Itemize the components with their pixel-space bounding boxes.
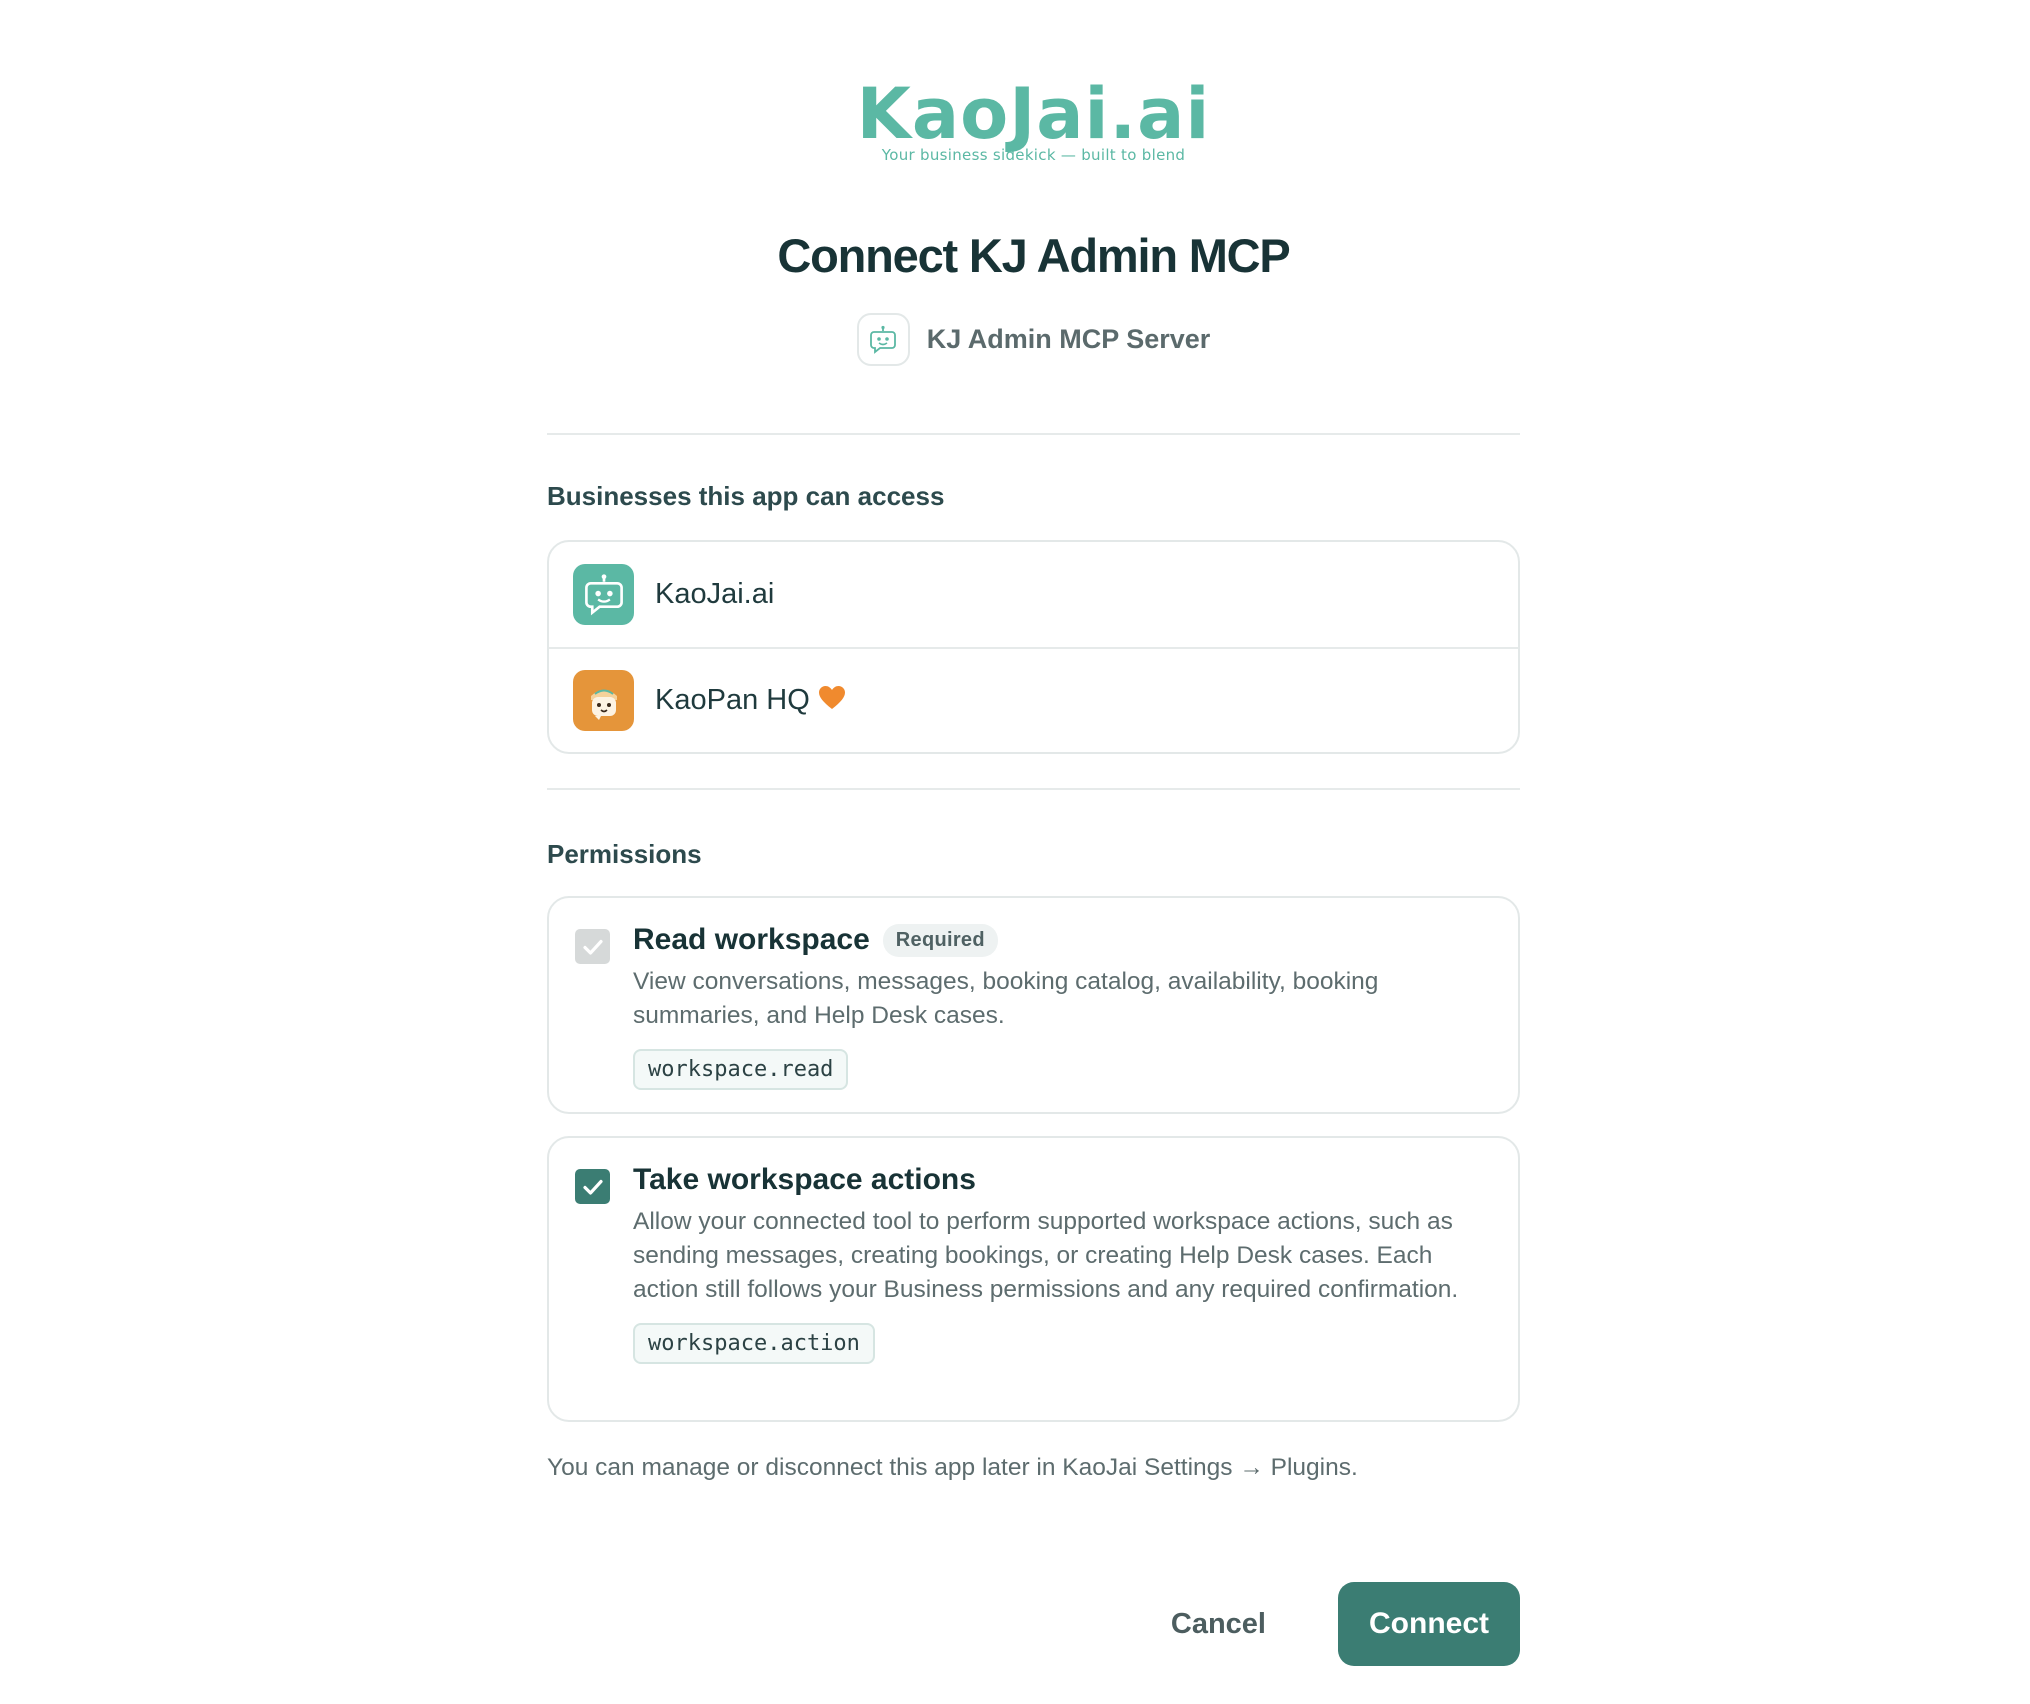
- businesses-heading: Businesses this app can access: [547, 481, 945, 511]
- divider: [547, 788, 1520, 790]
- page-title: Connect KJ Admin MCP: [777, 229, 1290, 282]
- businesses-list: KaoJai.ai KaoPan HQ: [547, 540, 1520, 754]
- connect-button[interactable]: Connect: [1338, 1582, 1520, 1666]
- permission-body: Take workspace actions Allow your connec…: [633, 1160, 1478, 1364]
- cancel-button[interactable]: Cancel: [1149, 1582, 1288, 1666]
- list-item-business-kaopan: KaoPan HQ: [549, 647, 1518, 752]
- business-name: KaoJai.ai: [655, 578, 775, 610]
- permission-title-row: Take workspace actions: [633, 1160, 1478, 1200]
- mascot-avatar-icon: [573, 670, 634, 731]
- server-name: KJ Admin MCP Server: [926, 324, 1211, 354]
- permission-body: Read workspace Required View conversatio…: [633, 920, 1478, 1090]
- orange-heart-icon: [818, 685, 846, 716]
- robot-chat-icon: [573, 564, 634, 625]
- permission-description: View conversations, messages, booking ca…: [633, 968, 1379, 1029]
- scope-chip: workspace.read: [633, 1049, 849, 1090]
- permission-title: Read workspace: [633, 923, 870, 956]
- permission-description: Allow your connected tool to perform sup…: [633, 1208, 1459, 1303]
- list-item-business-kaojai: KaoJai.ai: [549, 542, 1518, 647]
- read-workspace-checkbox[interactable]: [575, 929, 610, 964]
- action-bar: Cancel Connect: [547, 1582, 1520, 1666]
- scope-chip: workspace.action: [633, 1323, 875, 1364]
- server-info: KJ Admin MCP Server: [547, 313, 1520, 366]
- permission-title: Take workspace actions: [633, 1163, 976, 1196]
- permission-title-row: Read workspace Required: [633, 920, 1478, 960]
- checkmark-icon: [582, 1179, 603, 1195]
- brand-logo: KaoJai.ai Your business sidekick — built…: [547, 76, 1520, 164]
- checkmark-icon: [582, 939, 603, 955]
- logo-tagline: Your business sidekick — built to blend: [881, 146, 1186, 164]
- robot-chat-icon: [856, 313, 910, 366]
- divider: [547, 433, 1520, 435]
- permissions-heading: Permissions: [547, 839, 702, 869]
- required-badge: Required: [882, 923, 998, 957]
- logo-wordmark: KaoJai.ai: [856, 73, 1211, 155]
- permission-card-action: Take workspace actions Allow your connec…: [547, 1136, 1520, 1422]
- take-actions-checkbox[interactable]: [575, 1169, 610, 1204]
- footnote: You can manage or disconnect this app la…: [547, 1454, 1358, 1481]
- permission-card-read: Read workspace Required View conversatio…: [547, 896, 1520, 1114]
- business-name: KaoPan HQ: [655, 684, 810, 716]
- connect-page: KaoJai.ai Your business sidekick — built…: [0, 0, 2030, 1704]
